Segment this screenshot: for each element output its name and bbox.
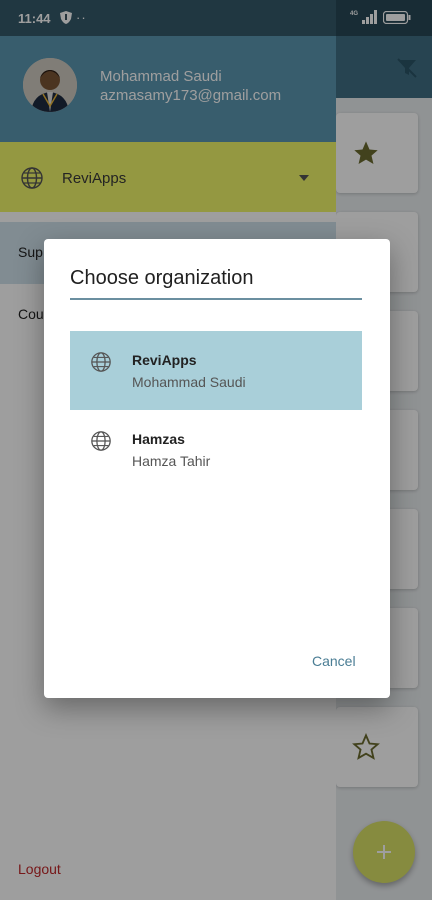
globe-icon [91, 352, 111, 372]
globe-icon [91, 431, 111, 451]
title-divider [70, 298, 362, 300]
option-subtitle: Mohammad Saudi [132, 374, 246, 390]
cancel-button[interactable]: Cancel [312, 653, 356, 669]
dialog-title: Choose organization [70, 267, 254, 289]
option-subtitle: Hamza Tahir [132, 453, 211, 469]
organization-option-reviapps[interactable]: ReviApps Mohammad Saudi [70, 331, 362, 410]
organization-option-hamzas[interactable]: Hamzas Hamza Tahir [70, 410, 362, 489]
option-title: ReviApps [132, 352, 197, 368]
choose-organization-dialog: Choose organization ReviApps Mohammad Sa… [44, 239, 390, 698]
option-title: Hamzas [132, 431, 185, 447]
